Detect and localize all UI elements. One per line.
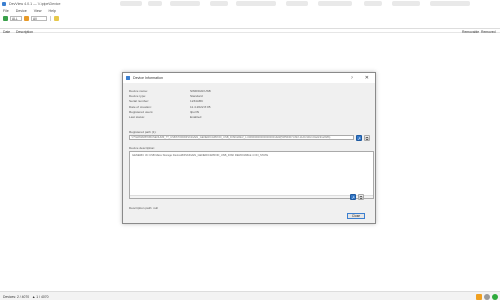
status-icons <box>476 293 498 300</box>
menu-file[interactable]: File <box>3 9 9 13</box>
window-title: DevView 4.0.1 — \\.\pipe\Device <box>9 1 61 6</box>
online-status-icon[interactable] <box>492 293 498 300</box>
device-information-dialog: Device Information ? ✕ Device name: SWD\… <box>122 72 376 224</box>
toolbar-separator <box>50 16 51 21</box>
warning-icon[interactable] <box>476 293 482 300</box>
status-device-count: Devices: 2 / 4070 <box>3 294 30 299</box>
property-value: Ilpo\IN <box>190 109 199 114</box>
refresh-icon[interactable] <box>3 16 8 21</box>
menu-device[interactable]: Device <box>16 9 27 13</box>
property-value: 11.4.2022 8:05 <box>190 104 211 109</box>
column-removed[interactable]: Removed <box>481 30 496 34</box>
property-row: Last status: Enabled <box>129 115 249 120</box>
device-description-box[interactable]: GENERIC 3C USB Mass Storage Device#DISK&… <box>129 151 374 199</box>
window-titlebar: DevView 4.0.1 — \\.\pipe\Device <box>0 0 500 7</box>
property-value: SWD\DAFUSB <box>190 89 211 93</box>
close-button[interactable]: ✕ <box>365 75 369 81</box>
registered-path-field[interactable]: \\?\SWD#WPDBUSENUM#_??_USBSTOR#DISK&VEN_… <box>129 135 354 140</box>
property-label: Date of creation: <box>129 104 152 109</box>
copy-description-button[interactable]: ⧉ <box>358 194 364 200</box>
property-label: Device type: <box>129 94 147 99</box>
filter-combo[interactable]: All <box>31 16 47 21</box>
info-icon[interactable] <box>53 16 59 21</box>
property-label: Serial number: <box>129 99 150 104</box>
property-label: Registered users: <box>129 109 154 114</box>
device-combo[interactable]: ALL <box>10 16 22 21</box>
dialog-titlebar: Device Information ? ✕ <box>123 73 375 83</box>
properties-list: Device name: SWD\DAFUSB Device type: Sta… <box>129 89 249 120</box>
open-path-button[interactable]: ↗ <box>356 134 362 141</box>
open-icon: ↗ <box>351 195 355 200</box>
menu-bar: File Device View Help <box>0 8 500 14</box>
registered-path-label: Registered path (1): <box>129 130 157 134</box>
description-path-label: Description path: null <box>129 206 158 210</box>
column-removable[interactable]: Removable <box>462 30 479 34</box>
property-label: Device name: <box>129 89 148 93</box>
column-description[interactable]: Description <box>16 30 33 34</box>
property-value: 1234ABC <box>190 99 204 104</box>
property-value: Standard <box>190 94 203 99</box>
device-description-label: Device description: <box>129 146 156 150</box>
menu-help[interactable]: Help <box>49 9 56 13</box>
device-description-text: GENERIC 3C USB Mass Storage Device#DISK&… <box>132 154 269 157</box>
status-removable-count: ▲ 1 / 4070 <box>32 294 49 299</box>
open-description-button[interactable]: ↗ <box>350 194 356 200</box>
property-label: Last status: <box>129 114 145 119</box>
close-dialog-button[interactable]: Close <box>347 213 365 219</box>
dialog-title: Device Information <box>133 76 163 80</box>
copy-icon: ⧉ <box>359 195 363 200</box>
help-button[interactable]: ? <box>351 75 353 80</box>
title-bar-blurred-area <box>120 1 480 6</box>
toolbar: ALL All <box>0 15 500 22</box>
copy-path-button[interactable]: ⧉ <box>364 134 370 141</box>
app-icon <box>2 1 6 6</box>
dialog-app-icon <box>126 76 130 80</box>
status-bar: Devices: 2 / 4070 ▲ 1 / 4070 <box>0 291 500 300</box>
column-date[interactable]: Date <box>3 30 10 34</box>
device-list-header: Date Description Removable Removed <box>0 28 500 34</box>
filter-icon[interactable] <box>24 16 29 21</box>
copy-icon: ⧉ <box>365 135 369 141</box>
property-value: Enabled <box>190 114 202 119</box>
settings-icon[interactable] <box>484 293 490 300</box>
horizontal-scrollbar[interactable] <box>130 195 373 198</box>
open-icon: ↗ <box>357 135 361 141</box>
menu-view[interactable]: View <box>34 9 42 13</box>
